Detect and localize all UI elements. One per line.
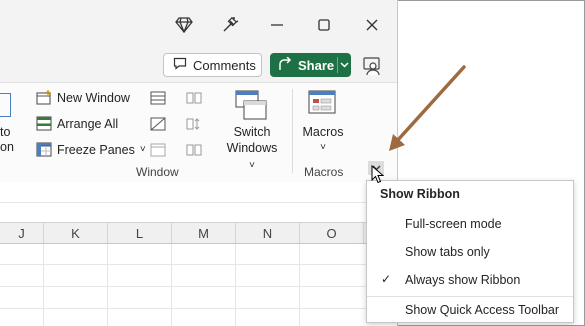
grid-line	[171, 244, 172, 326]
share-icon	[279, 56, 293, 73]
share-label: Share	[298, 57, 335, 73]
comments-button[interactable]: Comments	[163, 53, 262, 77]
excel-window: Comments Share to on New Window Arrange …	[0, 0, 398, 326]
macros-icon	[307, 89, 339, 123]
column-header-o[interactable]: O	[300, 223, 364, 243]
row-line	[0, 308, 397, 309]
unhide-icon[interactable]	[150, 143, 166, 157]
comment-icon	[173, 57, 187, 73]
ribbon: to on New Window Arrange All Freeze Pane…	[0, 82, 397, 183]
share-dropdown-icon[interactable]	[338, 60, 351, 71]
group-separator	[292, 89, 293, 173]
checkmark-icon: ✓	[381, 272, 392, 286]
partial-view-icon	[0, 93, 11, 117]
row-line	[0, 286, 397, 287]
menu-item-full-screen-mode[interactable]: Full-screen mode	[405, 217, 502, 231]
macros-dropdown-icon: ˅	[320, 142, 326, 153]
reset-window-position-icon[interactable]	[186, 143, 202, 157]
diamond-icon[interactable]	[173, 14, 195, 36]
show-ribbon-menu-title: Show Ribbon	[380, 187, 460, 201]
split-icon[interactable]	[150, 91, 166, 105]
share-button[interactable]: Share	[270, 53, 351, 77]
column-header-k[interactable]: K	[44, 223, 108, 243]
row-line	[0, 264, 397, 265]
column-header-n[interactable]: N	[236, 223, 300, 243]
column-header-j[interactable]: J	[0, 223, 44, 243]
freeze-panes-label: Freeze Panes	[57, 142, 135, 157]
grid-line	[299, 244, 300, 326]
synchronous-scrolling-icon[interactable]	[186, 117, 202, 131]
arrange-all-button[interactable]: Arrange All	[36, 116, 118, 131]
macros-button[interactable]: Macros ˅	[296, 124, 350, 156]
switch-windows-button[interactable]: Switch Windows ˅	[222, 124, 282, 174]
grid-line	[107, 244, 108, 326]
column-header-l[interactable]: L	[108, 223, 172, 243]
mouse-cursor-icon	[371, 165, 385, 184]
freeze-panes-icon	[36, 142, 52, 157]
menu-item-always-show-ribbon[interactable]: Always show Ribbon	[405, 273, 520, 287]
menu-divider	[367, 296, 573, 297]
restore-icon[interactable]	[313, 14, 335, 36]
partial-left-label: to on	[0, 125, 14, 154]
switch-windows-label-line1: Switch	[233, 125, 271, 139]
switch-windows-icon	[233, 89, 269, 123]
grid-line	[43, 244, 44, 326]
minimize-icon[interactable]	[266, 14, 288, 36]
comments-label: Comments	[193, 57, 256, 73]
hide-icon[interactable]	[150, 117, 166, 131]
new-window-button[interactable]: New Window	[36, 90, 130, 105]
group-label-macros: Macros	[304, 165, 344, 179]
new-window-icon	[36, 90, 51, 105]
switch-windows-dropdown-icon: ˅	[249, 160, 255, 171]
column-headers: J K L M N O	[0, 222, 397, 244]
close-icon[interactable]	[361, 14, 383, 36]
arrange-all-label: Arrange All	[57, 116, 119, 131]
show-ribbon-menu: Show Ribbon Full-screen mode Show tabs o…	[366, 180, 574, 323]
menu-item-show-tabs-only[interactable]: Show tabs only	[405, 245, 490, 259]
row-line	[0, 202, 397, 203]
coauthor-person-icon[interactable]	[362, 55, 384, 77]
freeze-panes-button[interactable]: Freeze Panes ˅	[36, 142, 146, 157]
view-side-by-side-icon[interactable]	[186, 91, 202, 105]
arrange-all-icon	[36, 116, 52, 131]
grid-line	[235, 244, 236, 326]
macros-label: Macros	[302, 125, 344, 139]
new-window-label: New Window	[57, 90, 130, 105]
freeze-panes-dropdown-icon: ˅	[139, 144, 146, 155]
switch-windows-label-line2: Windows	[226, 141, 278, 155]
magic-wand-icon[interactable]	[219, 14, 241, 36]
menu-item-show-quick-access-toolbar[interactable]: Show Quick Access Toolbar	[405, 303, 559, 317]
title-bar	[0, 0, 397, 52]
worksheet-grid[interactable]: J K L M N O	[0, 182, 397, 326]
column-header-m[interactable]: M	[172, 223, 236, 243]
group-label-window: Window	[136, 165, 179, 179]
